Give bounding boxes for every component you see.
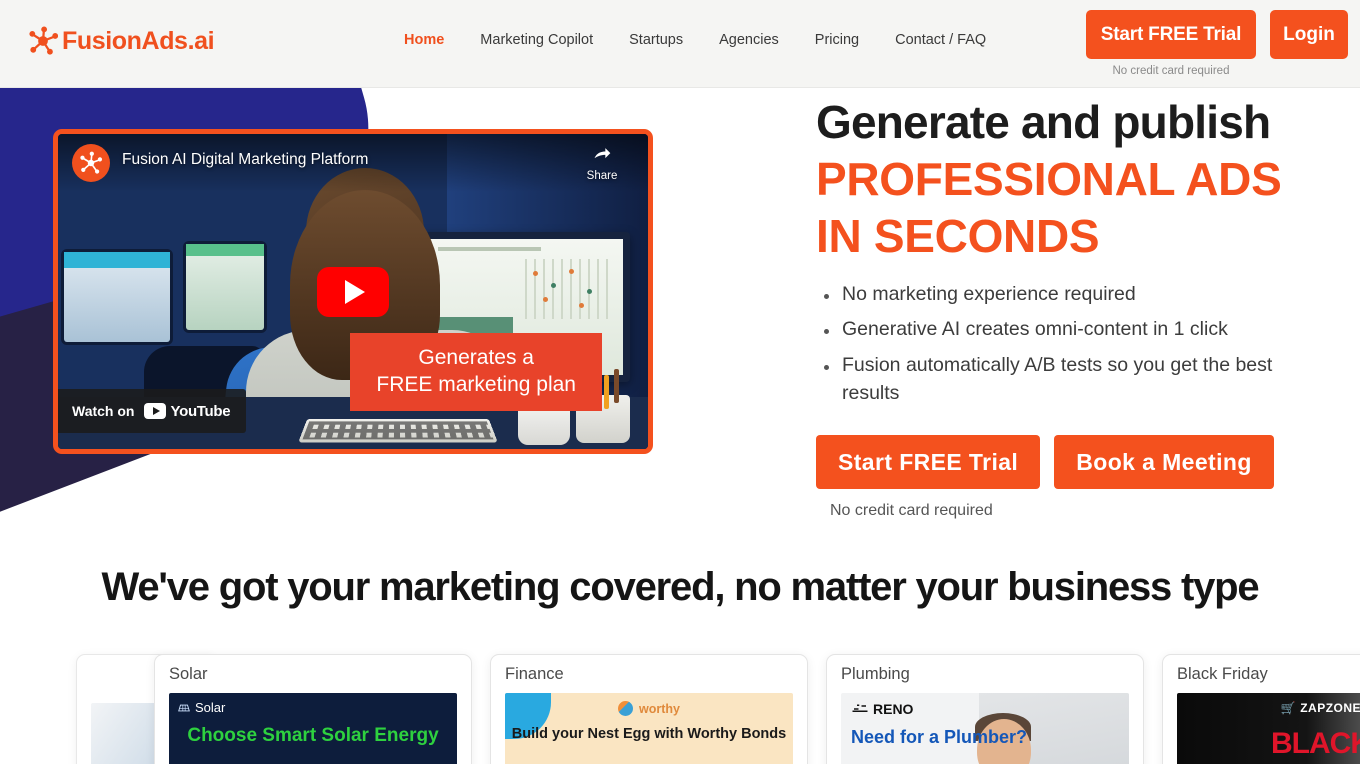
hero-cta-note: No credit card required <box>830 502 993 520</box>
hero-book-a-meeting-button[interactable]: Book a Meeting <box>1054 435 1274 490</box>
fusionads-molecule-icon <box>80 151 103 174</box>
carousel-card-plumbing[interactable]: Plumbing RENO Need for a Plumber? <box>826 654 1144 764</box>
ad-headline: BLACK <box>1271 727 1360 760</box>
youtube-play-icon[interactable] <box>317 266 389 317</box>
worthy-logo-icon <box>618 701 633 716</box>
carousel-ad-creative: worthy Build your Nest Egg with Worthy B… <box>505 693 793 764</box>
ad-headline: Build your Nest Egg with Worthy Bonds <box>511 726 787 742</box>
login-button[interactable]: Login <box>1270 10 1348 59</box>
nav-item-startups[interactable]: Startups <box>611 32 701 48</box>
ad-brand-name: ZAPZONE <box>1300 701 1360 715</box>
solar-panel-icon <box>178 704 190 711</box>
ad-brand: RENO <box>851 701 913 717</box>
business-type-carousel: Solar Solar Choose Smart Solar Energy Fi… <box>0 654 1360 764</box>
hero-bullet-3: Fusion automatically A/B tests so you ge… <box>816 352 1316 407</box>
video-thumbnail: Fusion AI Digital Marketing Platform Sha… <box>58 134 648 449</box>
carousel-card-label: Finance <box>505 665 564 683</box>
ad-brand: 🛒 ZAPZONE <box>1177 701 1360 715</box>
header-trial-note: No credit card required <box>1112 65 1230 77</box>
carousel-card-solar[interactable]: Solar Solar Choose Smart Solar Energy <box>154 654 472 764</box>
video-share-button[interactable]: Share <box>576 144 628 182</box>
nav-item-contact-faq[interactable]: Contact / FAQ <box>877 32 1004 48</box>
hero-video-player[interactable]: Fusion AI Digital Marketing Platform Sha… <box>53 129 653 454</box>
youtube-play-badge-icon <box>144 403 167 419</box>
video-channel-avatar[interactable] <box>72 144 110 182</box>
scene-monitor-mid <box>186 244 264 330</box>
watch-on-youtube-button[interactable]: Watch on YouTube <box>58 389 247 433</box>
video-title: Fusion AI Digital Marketing Platform <box>122 151 369 168</box>
video-caption-overlay: Generates a FREE marketing plan <box>350 333 602 411</box>
hero-cta-group: Start FREE Trial Book a Meeting <box>816 435 1316 490</box>
ad-brand: Solar <box>177 700 225 715</box>
hero-heading-accent-1: PROFESSIONAL ADS <box>816 152 1282 205</box>
reno-logo-icon <box>852 704 868 712</box>
nav-item-pricing[interactable]: Pricing <box>797 32 877 48</box>
nav-item-marketing-copilot[interactable]: Marketing Copilot <box>462 32 611 48</box>
scene-monitor-left <box>64 252 170 342</box>
main-navigation: Home Marketing Copilot Startups Agencies… <box>386 32 1004 48</box>
carousel-ad-creative: 🛒 ZAPZONE BLACK <box>1177 693 1360 764</box>
carousel-card-label: Black Friday <box>1177 665 1268 683</box>
nav-item-agencies[interactable]: Agencies <box>701 32 797 48</box>
hero-heading: Generate and publish <box>816 96 1271 148</box>
carousel-card-label: Plumbing <box>841 665 910 683</box>
youtube-logo: YouTube <box>144 402 231 420</box>
video-share-label: Share <box>586 170 618 182</box>
carousel-card-label: Solar <box>169 665 208 683</box>
hero-content: Generate and publish PROFESSIONAL ADS IN… <box>816 96 1316 520</box>
video-caption-line1: Generates a <box>418 346 534 370</box>
hero-bullet-list: No marketing experience required Generat… <box>816 281 1316 408</box>
section-heading: We've got your marketing covered, no mat… <box>101 565 1260 609</box>
hero-heading-accent-2: IN SECONDS <box>816 210 1100 263</box>
ad-headline: Need for a Plumber? <box>851 727 1028 747</box>
logo-text: FusionAds.ai <box>62 26 215 55</box>
site-header: FusionAds.ai Home Marketing Copilot Star… <box>0 0 1360 88</box>
carousel-ad-creative: RENO Need for a Plumber? <box>841 693 1129 764</box>
carousel-card-finance[interactable]: Finance worthy Build your Nest Egg with … <box>490 654 808 764</box>
molecule-icon <box>29 26 58 55</box>
landing-page: FusionAds.ai Home Marketing Copilot Star… <box>0 0 1360 764</box>
ad-brand-name: worthy <box>639 701 680 716</box>
ad-brand-name: RENO <box>873 701 914 717</box>
header-actions: Start FREE Trial No credit card required… <box>1086 10 1348 77</box>
nav-item-home[interactable]: Home <box>386 32 462 48</box>
video-caption-line2: FREE marketing plan <box>376 373 576 397</box>
header-start-free-trial-button[interactable]: Start FREE Trial <box>1086 10 1256 59</box>
ad-headline: Choose Smart Solar Energy <box>187 725 439 746</box>
carousel-ad-creative: Solar Choose Smart Solar Energy <box>169 693 457 764</box>
hero-bullet-1: No marketing experience required <box>816 281 1316 309</box>
logo[interactable]: FusionAds.ai <box>28 26 215 56</box>
ad-brand: worthy <box>505 701 793 716</box>
header-trial-group: Start FREE Trial No credit card required <box>1086 10 1256 77</box>
hero-bullet-2: Generative AI creates omni-content in 1 … <box>816 316 1316 344</box>
cart-icon: 🛒 <box>1280 701 1297 715</box>
ad-brand-name: Solar <box>195 700 226 715</box>
hero-section: Fusion AI Digital Marketing Platform Sha… <box>0 0 1360 565</box>
scene-keyboard <box>298 418 498 443</box>
carousel-card-black-friday[interactable]: Black Friday 🛒 ZAPZONE BLACK <box>1162 654 1360 764</box>
share-arrow-icon <box>594 148 611 159</box>
watch-on-label: Watch on <box>72 403 135 419</box>
hero-start-free-trial-button[interactable]: Start FREE Trial <box>816 435 1041 490</box>
youtube-wordmark: YouTube <box>170 402 231 420</box>
